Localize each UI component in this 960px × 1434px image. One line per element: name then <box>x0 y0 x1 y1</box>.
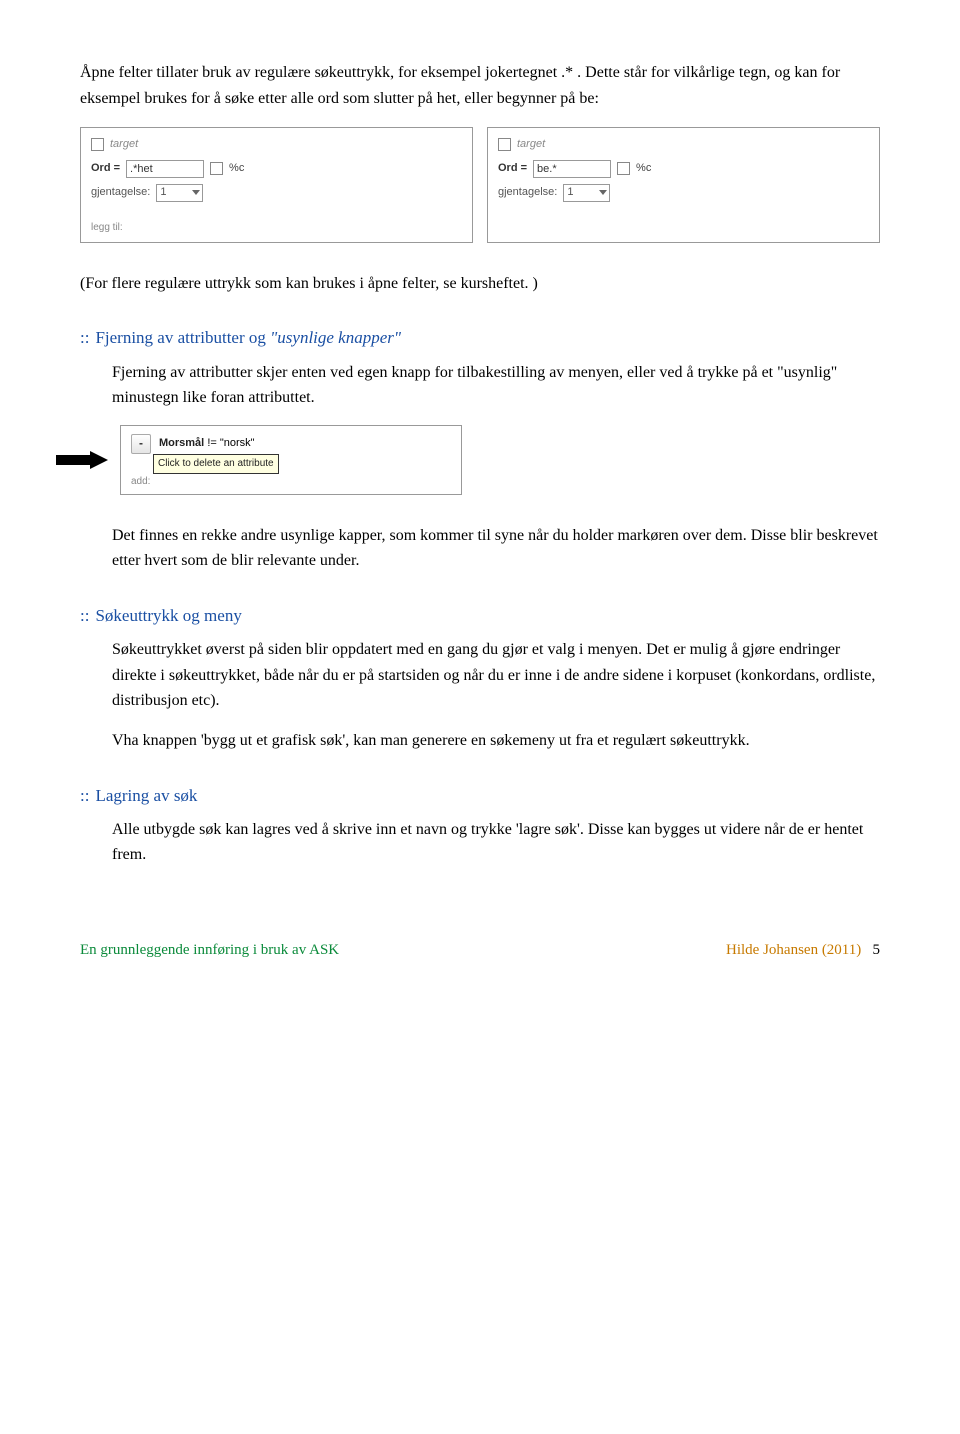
gjentagelse-select-left[interactable]: 1 <box>156 184 203 202</box>
chevron-down-icon <box>192 190 200 195</box>
page-number: 5 <box>873 942 881 958</box>
footer-title: En grunnleggende innføring i bruk av ASK <box>80 938 339 962</box>
sokeuttrykk-p2: Vha knappen 'bygg ut et grafisk søk', ka… <box>112 728 880 754</box>
footer-author-name: Hilde Johansen (2011) <box>726 942 861 958</box>
panel-row: target Ord = %c gjentagelse: 1 legg til: <box>80 127 880 243</box>
gjentagelse-row-left: gjentagelse: 1 <box>91 184 462 202</box>
delete-attribute-button[interactable]: - <box>131 434 151 454</box>
heading-lagring-text: Lagring av søk <box>95 782 197 809</box>
ord-row-left: Ord = %c <box>91 160 462 178</box>
heading-fjerning-ital: "usynlige knapper" <box>270 328 401 347</box>
double-colon: :: <box>80 324 89 351</box>
delete-tooltip: Click to delete an attribute <box>153 454 279 474</box>
percent-c-checkbox[interactable] <box>210 162 223 175</box>
target-label: target <box>517 136 545 154</box>
double-colon: :: <box>80 602 89 629</box>
intro-paragraph: Åpne felter tillater bruk av regulære sø… <box>80 60 880 111</box>
gjentagelse-value: 1 <box>160 184 166 202</box>
delete-panel-wrap: - Morsmål != "norsk" Click to delete an … <box>56 425 880 495</box>
sokeuttrykk-p1: Søkeuttrykket øverst på siden blir oppda… <box>112 637 880 714</box>
ord-input-right[interactable] <box>533 160 611 178</box>
target-row: target <box>91 136 462 154</box>
percent-c-label: %c <box>636 160 651 178</box>
double-colon: :: <box>80 782 89 809</box>
target-row: target <box>498 136 869 154</box>
ord-input-left[interactable] <box>126 160 204 178</box>
attribute-name: Morsmål <box>159 437 204 449</box>
search-panel-left: target Ord = %c gjentagelse: 1 legg til: <box>80 127 473 243</box>
ord-row-right: Ord = %c <box>498 160 869 178</box>
chevron-down-icon <box>599 190 607 195</box>
fjerning-p2: Det finnes en rekke andre usynlige kappe… <box>112 523 880 574</box>
arrow-right-icon <box>56 451 108 469</box>
percent-c-checkbox[interactable] <box>617 162 630 175</box>
heading-lagring: :: Lagring av søk <box>80 782 880 809</box>
lagring-p1: Alle utbygde søk kan lagres ved å skrive… <box>112 817 880 868</box>
attribute-value: "norsk" <box>220 437 255 449</box>
legg-til-label: legg til: <box>91 220 462 236</box>
footer: En grunnleggende innføring i bruk av ASK… <box>80 938 880 962</box>
target-label: target <box>110 136 138 154</box>
target-checkbox[interactable] <box>498 138 511 151</box>
gjentagelse-row-right: gjentagelse: 1 <box>498 184 869 202</box>
attribute-op: != <box>207 437 216 449</box>
percent-c-label: %c <box>229 160 244 178</box>
add-label: add: <box>131 474 451 490</box>
heading-sokeuttrykk-text: Søkeuttrykk og meny <box>95 602 241 629</box>
note-after-panels: (For flere regulære uttrykk som kan bruk… <box>80 271 880 297</box>
search-panel-right: target Ord = %c gjentagelse: 1 <box>487 127 880 243</box>
footer-author: Hilde Johansen (2011) 5 <box>726 938 880 962</box>
target-checkbox[interactable] <box>91 138 104 151</box>
gjentagelse-value: 1 <box>567 184 573 202</box>
fjerning-p1: Fjerning av attributter skjer enten ved … <box>112 360 880 411</box>
heading-fjerning-text: Fjerning av attributter og <box>95 328 270 347</box>
gjentagelse-label: gjentagelse: <box>91 184 150 202</box>
ord-label: Ord = <box>91 160 120 178</box>
gjentagelse-select-right[interactable]: 1 <box>563 184 610 202</box>
heading-fjerning: :: Fjerning av attributter og "usynlige … <box>80 324 880 351</box>
ord-label: Ord = <box>498 160 527 178</box>
delete-attribute-panel: - Morsmål != "norsk" Click to delete an … <box>120 425 462 495</box>
gjentagelse-label: gjentagelse: <box>498 184 557 202</box>
heading-sokeuttrykk: :: Søkeuttrykk og meny <box>80 602 880 629</box>
